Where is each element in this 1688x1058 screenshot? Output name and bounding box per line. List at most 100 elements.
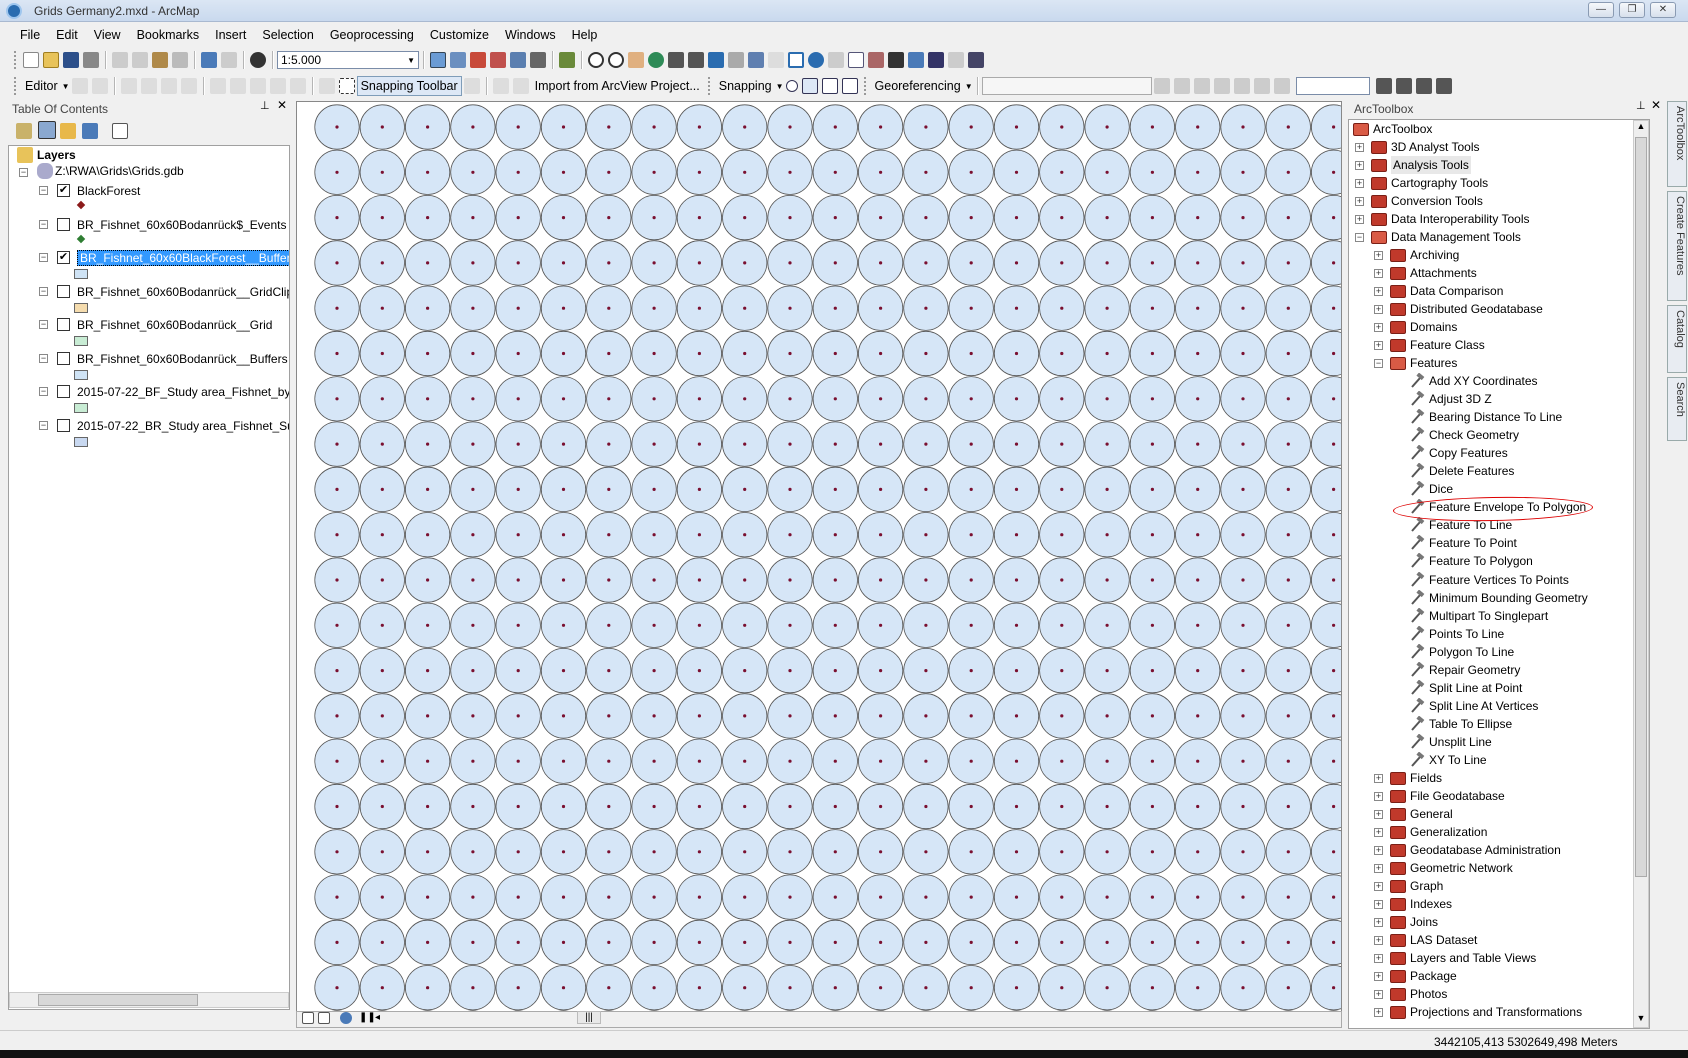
toolbox-vertical-scrollbar[interactable]: ▲ ▼ xyxy=(1633,120,1649,1028)
blackforest-point[interactable] xyxy=(1241,487,1245,491)
map-scale-combo[interactable]: 1:5.000 ▼ xyxy=(277,51,419,69)
blackforest-point[interactable] xyxy=(561,669,566,673)
toolset-item[interactable]: Photos xyxy=(1410,985,1447,1003)
blackforest-point[interactable] xyxy=(879,759,883,763)
blackforest-point[interactable] xyxy=(471,306,475,310)
blackforest-point[interactable] xyxy=(969,759,973,763)
toc-options-icon[interactable] xyxy=(112,123,128,139)
blackforest-point[interactable] xyxy=(1196,895,1200,899)
blackforest-point[interactable] xyxy=(380,850,384,854)
expand-toggle[interactable]: + xyxy=(1374,863,1383,873)
blackforest-point[interactable] xyxy=(426,986,430,990)
blackforest-point[interactable] xyxy=(833,578,837,582)
maximize-button[interactable]: ❐ xyxy=(1619,2,1645,18)
blackforest-point[interactable] xyxy=(652,940,656,945)
tool-item[interactable]: Points To Line xyxy=(1429,625,1504,643)
delete-icon[interactable] xyxy=(172,52,188,68)
blackforest-point[interactable] xyxy=(335,895,339,899)
blackforest-point[interactable] xyxy=(335,487,339,491)
blackforest-point[interactable] xyxy=(1014,804,1019,809)
blackforest-point[interactable] xyxy=(924,533,928,537)
tool-item[interactable]: Table To Ellipse xyxy=(1429,715,1512,733)
forward-icon[interactable] xyxy=(728,52,744,68)
blackforest-point[interactable] xyxy=(426,306,430,310)
blackforest-point[interactable] xyxy=(788,533,792,537)
blackforest-point[interactable] xyxy=(607,533,611,537)
blackforest-point[interactable] xyxy=(788,623,792,627)
blackforest-point[interactable] xyxy=(471,487,475,491)
blackforest-point[interactable] xyxy=(743,306,747,310)
blackforest-point[interactable] xyxy=(833,714,837,718)
blackforest-point[interactable] xyxy=(335,759,339,763)
layer-visibility-checkbox[interactable] xyxy=(57,385,70,398)
blackforest-point[interactable] xyxy=(652,623,656,627)
close-icon[interactable]: ✕ xyxy=(277,98,287,112)
blackforest-point[interactable] xyxy=(743,940,747,945)
blackforest-point[interactable] xyxy=(1014,623,1019,627)
blackforest-point[interactable] xyxy=(1196,351,1200,356)
blackforest-point[interactable] xyxy=(335,170,339,174)
blackforest-point[interactable] xyxy=(516,397,520,401)
blackforest-point[interactable] xyxy=(1150,623,1154,627)
link-table-icon[interactable] xyxy=(1233,78,1250,94)
blackforest-point[interactable] xyxy=(1241,623,1245,627)
blackforest-point[interactable] xyxy=(607,216,611,220)
tool-item[interactable]: Adjust 3D Z xyxy=(1429,390,1492,408)
blackforest-point[interactable] xyxy=(561,940,566,945)
attributes-icon[interactable] xyxy=(318,78,335,94)
blackforest-point[interactable] xyxy=(697,487,701,491)
python-icon[interactable] xyxy=(530,52,546,68)
blackforest-point[interactable] xyxy=(1105,623,1109,627)
menu-view[interactable]: View xyxy=(86,28,129,42)
split-icon[interactable] xyxy=(269,78,286,94)
blackforest-point[interactable] xyxy=(652,170,656,174)
blackforest-point[interactable] xyxy=(924,442,928,446)
table-of-contents-icon[interactable] xyxy=(450,52,466,68)
blackforest-point[interactable] xyxy=(1060,125,1064,129)
blackforest-point[interactable] xyxy=(924,623,928,627)
blackforest-point[interactable] xyxy=(1332,850,1336,854)
blackforest-point[interactable] xyxy=(788,170,792,174)
menu-edit[interactable]: Edit xyxy=(48,28,86,42)
expand-toggle[interactable]: + xyxy=(1374,935,1383,945)
blackforest-point[interactable] xyxy=(1105,940,1109,945)
blackforest-point[interactable] xyxy=(1332,533,1336,537)
blackforest-point[interactable] xyxy=(1150,850,1154,854)
blackforest-point[interactable] xyxy=(924,986,928,990)
expand-toggle[interactable]: + xyxy=(1374,269,1383,279)
blackforest-point[interactable] xyxy=(335,351,339,356)
blackforest-point[interactable] xyxy=(969,125,973,129)
blackforest-point[interactable] xyxy=(1060,669,1064,673)
blackforest-point[interactable] xyxy=(1286,669,1290,673)
save-icon[interactable] xyxy=(63,52,79,68)
blackforest-point[interactable] xyxy=(1332,306,1336,310)
toolbox-item[interactable]: Data Management Tools xyxy=(1391,228,1521,246)
blackforest-point[interactable] xyxy=(1196,669,1200,673)
blackforest-point[interactable] xyxy=(1241,351,1245,356)
blackforest-point[interactable] xyxy=(1196,306,1200,310)
blackforest-point[interactable] xyxy=(380,306,384,310)
blackforest-point[interactable] xyxy=(1060,850,1064,854)
blackforest-point[interactable] xyxy=(1150,261,1154,265)
select-features-icon[interactable] xyxy=(748,52,764,68)
blackforest-point[interactable] xyxy=(1105,170,1109,174)
blackforest-point[interactable] xyxy=(426,804,430,809)
blackforest-point[interactable] xyxy=(697,986,701,990)
hammer-tool-icon[interactable] xyxy=(1395,78,1412,94)
toolset-item[interactable]: Package xyxy=(1410,967,1457,985)
blackforest-point[interactable] xyxy=(924,306,928,310)
gdb-path[interactable]: Z:\RWA\Grids\Grids.gdb xyxy=(55,162,184,180)
full-extent-icon[interactable] xyxy=(648,52,664,68)
blackforest-point[interactable] xyxy=(335,397,339,401)
blackforest-point[interactable] xyxy=(969,623,973,627)
blackforest-point[interactable] xyxy=(471,442,475,446)
blackforest-point[interactable] xyxy=(1150,804,1154,809)
blackforest-point[interactable] xyxy=(607,487,611,491)
layer-name[interactable]: BlackForest xyxy=(77,184,140,198)
copy-icon[interactable] xyxy=(132,52,148,68)
blackforest-point[interactable] xyxy=(1332,125,1336,129)
find-route-icon[interactable] xyxy=(908,52,924,68)
blackforest-point[interactable] xyxy=(561,804,566,809)
blackforest-point[interactable] xyxy=(1150,759,1154,763)
blackforest-point[interactable] xyxy=(879,125,883,129)
